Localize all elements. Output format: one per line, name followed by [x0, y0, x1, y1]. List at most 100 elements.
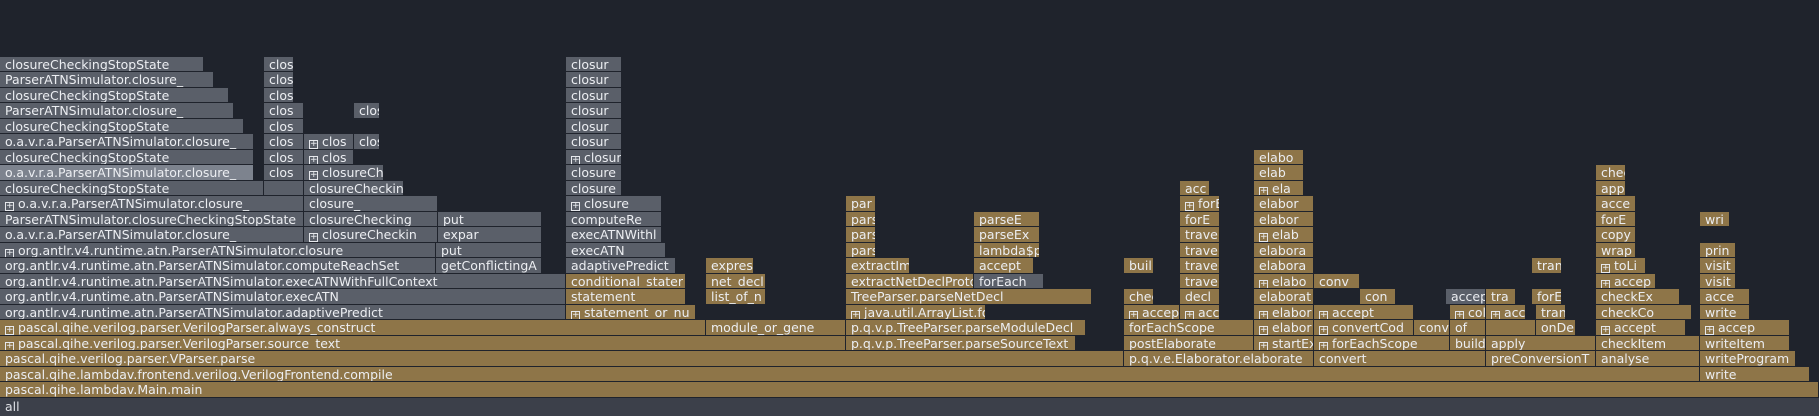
flame-frame[interactable]: con — [1360, 289, 1396, 305]
flame-frame[interactable]: closureCheckingStopState — [0, 180, 264, 196]
flame-frame[interactable]: clos — [354, 103, 380, 119]
flame-frame[interactable]: closur — [566, 103, 622, 119]
flame-frame[interactable]: org.antlr.v4.runtime.atn.ParserATNSimula… — [0, 304, 566, 320]
expand-icon[interactable]: + — [571, 155, 580, 165]
expand-icon[interactable]: + — [1455, 310, 1464, 320]
flame-frame[interactable]: + startEx — [1254, 335, 1314, 351]
flame-frame[interactable]: forE — [1532, 289, 1562, 305]
flame-frame[interactable]: clos — [264, 134, 304, 150]
flame-frame[interactable]: parseE — [974, 211, 1040, 227]
flame-frame[interactable]: trave — [1180, 273, 1220, 289]
flame-frame[interactable]: build — [1450, 335, 1486, 351]
flame-frame[interactable]: forEach — [974, 273, 1044, 289]
flame-frame[interactable]: visit — [1700, 258, 1736, 274]
flame-frame[interactable]: acc — [1180, 180, 1210, 196]
root-frame-all[interactable]: all — [0, 398, 1819, 416]
flame-frame[interactable]: ParserATNSimulator.closure_ — [0, 103, 234, 119]
flame-frame[interactable]: org.antlr.v4.runtime.atn.ParserATNSimula… — [0, 258, 436, 274]
expand-icon[interactable]: + — [1259, 341, 1268, 351]
flame-frame[interactable]: parseEx — [974, 227, 1040, 243]
expand-icon[interactable]: + — [5, 326, 14, 335]
flame-frame[interactable]: of — [1450, 320, 1486, 336]
expand-icon[interactable]: + — [1601, 326, 1610, 335]
flame-frame[interactable]: statement — [566, 289, 686, 305]
flame-frame[interactable]: + statement_or_nu — [566, 304, 696, 320]
flame-frame[interactable]: + elabor — [1254, 320, 1314, 336]
flame-frame[interactable]: closur — [566, 72, 622, 88]
flame-frame[interactable]: + accept — [1596, 320, 1686, 336]
flame-frame[interactable]: + acc — [1180, 304, 1220, 320]
flame-frame[interactable]: tra — [1486, 289, 1516, 305]
expand-icon[interactable]: + — [1259, 233, 1268, 242]
expand-icon[interactable]: + — [1259, 310, 1268, 320]
flame-frame[interactable]: + pascal.qihe.verilog.parser.VerilogParse… — [0, 335, 846, 351]
flame-frame[interactable]: list_of_n — [706, 289, 766, 305]
flame-frame[interactable]: copy — [1596, 227, 1636, 243]
flame-frame[interactable]: closure_ — [304, 196, 438, 212]
flame-frame[interactable]: + ela — [1254, 180, 1304, 196]
flame-frame[interactable]: clos — [354, 134, 380, 150]
flame-frame[interactable]: + accep — [1700, 320, 1790, 336]
flame-frame[interactable]: elabor — [1254, 196, 1314, 212]
expand-icon[interactable]: + — [1259, 279, 1268, 289]
flame-frame[interactable]: conv — [1414, 320, 1450, 336]
flame-frame[interactable]: + accep — [1124, 304, 1180, 320]
expand-icon[interactable]: + — [1185, 202, 1194, 211]
flame-frame[interactable]: + forEachScope — [1314, 335, 1450, 351]
flame-frame[interactable]: net_decl — [706, 273, 766, 289]
flame-frame[interactable]: org.antlr.v4.runtime.atn.ParserATNSimula… — [0, 273, 566, 289]
flame-frame[interactable]: pascal.qihe.verilog.parser.VParser.parse — [0, 351, 1124, 367]
flame-frame[interactable]: clos — [264, 72, 294, 88]
flame-frame[interactable]: forE — [1180, 211, 1220, 227]
flame-frame[interactable]: closur — [566, 87, 622, 103]
flame-frame[interactable]: o.a.v.r.a.ParserATNSimulator.closure_ — [0, 227, 304, 243]
flame-frame[interactable]: write — [1700, 304, 1750, 320]
expand-icon[interactable]: + — [1491, 310, 1500, 320]
expand-icon[interactable]: + — [851, 310, 860, 320]
flame-frame[interactable]: + closure — [566, 196, 662, 212]
flame-frame[interactable]: expar — [438, 227, 542, 243]
flame-frame[interactable]: chec — [1124, 289, 1154, 305]
flame-frame[interactable]: trave — [1180, 242, 1220, 258]
flame-frame[interactable]: TreeParser.parseNetDecl — [846, 289, 1092, 305]
expand-icon[interactable]: + — [1129, 310, 1138, 320]
flame-frame[interactable]: + org.antlr.v4.runtime.atn.ParserATNSimul… — [0, 242, 436, 258]
flame-frame[interactable]: clos — [264, 165, 304, 181]
flame-frame[interactable]: closureCheckingStopState — [0, 118, 244, 134]
flame-frame[interactable] — [264, 180, 304, 196]
flame-frame[interactable]: getConflictingA — [436, 258, 542, 274]
flame-frame[interactable]: + colle — [1450, 304, 1486, 320]
expand-icon[interactable]: + — [309, 155, 318, 165]
flame-frame[interactable]: expres — [706, 258, 754, 274]
flame-frame[interactable]: closure_ — [566, 180, 622, 196]
expand-icon[interactable]: + — [571, 310, 580, 320]
flame-frame[interactable]: conditional_stater — [566, 273, 686, 289]
flame-frame[interactable]: elabora — [1254, 242, 1314, 258]
flame-frame[interactable]: extractNetDeclProto — [846, 273, 974, 289]
flame-frame[interactable]: onDe — [1536, 320, 1576, 336]
expand-icon[interactable]: + — [5, 341, 14, 351]
flame-frame[interactable]: writeItem — [1700, 335, 1790, 351]
flame-frame[interactable]: closureCheckingStopState — [0, 87, 229, 103]
expand-icon[interactable]: + — [309, 233, 318, 242]
flame-frame[interactable]: + accept — [1314, 304, 1414, 320]
flame-frame[interactable]: wrap — [1596, 242, 1636, 258]
flame-frame[interactable]: put — [436, 242, 542, 258]
flame-frame[interactable]: clos — [264, 87, 294, 103]
flame-frame[interactable]: elabor — [1254, 211, 1314, 227]
flame-frame[interactable]: decl — [1180, 289, 1220, 305]
flame-frame[interactable]: closur — [566, 56, 622, 72]
expand-icon[interactable]: + — [5, 248, 14, 258]
flame-frame[interactable]: + elabor — [1254, 304, 1314, 320]
flame-frame[interactable]: forEachScope — [1124, 320, 1254, 336]
flame-frame[interactable]: clos — [264, 103, 304, 119]
flame-frame[interactable]: wri — [1700, 211, 1730, 227]
flame-frame[interactable]: trave — [1180, 227, 1220, 243]
flame-frame[interactable]: clos — [264, 149, 304, 165]
flame-frame[interactable]: put — [438, 211, 542, 227]
expand-icon[interactable]: + — [1185, 310, 1194, 320]
flame-frame[interactable]: + closure — [566, 149, 622, 165]
flame-frame[interactable]: ParserATNSimulator.closure_ — [0, 72, 214, 88]
flame-frame[interactable]: + closureCheckin — [304, 227, 438, 243]
expand-icon[interactable]: + — [1601, 279, 1610, 289]
